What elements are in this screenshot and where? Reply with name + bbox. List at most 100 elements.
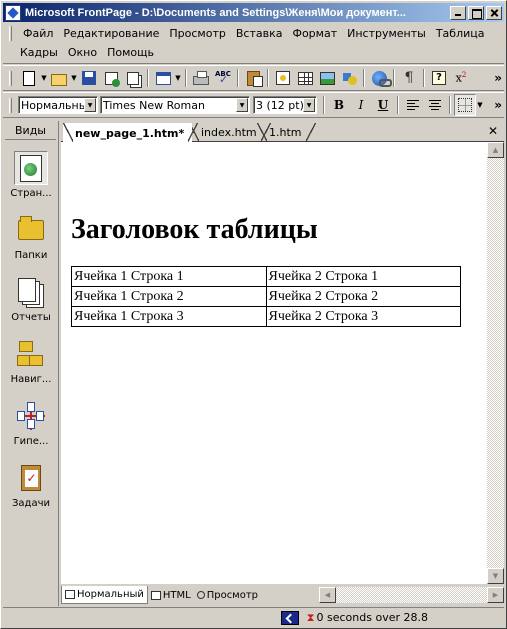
document-tab-bar: new_page_1.htm* index.htm 1.htm ✕ [61, 121, 504, 143]
toolbar-grip[interactable] [9, 97, 12, 113]
scroll-right-button[interactable]: ▶ [487, 587, 504, 603]
hyperlink-button[interactable] [368, 67, 392, 89]
superscript-button[interactable]: x2 [450, 67, 472, 89]
hyperlinks-icon [14, 399, 48, 433]
formatting-toolbar: Нормальный ▼ Times New Roman ▼ 3 (12 pt)… [3, 92, 504, 118]
normal-view-icon [65, 590, 75, 599]
align-left-button[interactable] [402, 94, 424, 116]
title-bar[interactable]: Microsoft FrontPage - D:\Documents and S… [3, 3, 504, 22]
scroll-left-button[interactable]: ◀ [319, 587, 336, 603]
menu-tools[interactable]: Инструменты [342, 27, 431, 40]
paste-button[interactable] [242, 67, 264, 89]
menu-bar: Файл Редактирование Просмотр Вставка Фор… [3, 24, 504, 64]
frontpage-app-icon[interactable] [5, 4, 21, 21]
table-cell[interactable]: Ячейка 2 Строка 2 [265, 286, 461, 307]
format-toolbar-overflow-chevron[interactable]: » [494, 98, 502, 112]
borders-dropdown-arrow[interactable]: ▼ [476, 94, 484, 116]
horizontal-scrollbar[interactable]: ◀ ▶ [319, 587, 504, 603]
tab-html-view[interactable]: HTML [148, 586, 194, 604]
hourglass-icon: ⧗ [306, 610, 315, 624]
save-button[interactable] [78, 67, 100, 89]
views-button[interactable] [152, 67, 174, 89]
minimize-button[interactable] [450, 5, 466, 20]
bold-button[interactable]: B [328, 94, 350, 116]
publish-web-button[interactable] [100, 67, 122, 89]
menu-view[interactable]: Просмотр [164, 27, 230, 40]
borders-button[interactable] [454, 94, 476, 116]
underline-button[interactable]: U [372, 94, 394, 116]
toolbar-grip[interactable] [9, 26, 12, 41]
menu-frames[interactable]: Кадры [15, 46, 63, 59]
page-view-tabs: Нормальный HTML Просмотр ◀ ▶ [61, 585, 504, 605]
pilcrow-icon: ¶ [404, 70, 414, 86]
close-window-button[interactable] [486, 5, 502, 20]
help-button[interactable]: ? [428, 67, 450, 89]
menu-format[interactable]: Формат [287, 27, 342, 40]
toolbar-overflow-chevron[interactable]: » [494, 71, 502, 85]
vertical-scrollbar[interactable]: ▲ ▼ [487, 142, 504, 584]
font-select[interactable]: Times New Roman ▼ [100, 96, 250, 114]
font-size-select[interactable]: 3 (12 pt) ▼ [253, 96, 317, 114]
table-cell[interactable]: Ячейка 1 Строка 2 [71, 286, 267, 307]
table-cell[interactable]: Ячейка 2 Строка 3 [265, 306, 461, 327]
table-cell[interactable]: Ячейка 1 Строка 1 [71, 266, 267, 287]
align-center-button[interactable] [424, 94, 446, 116]
view-reports[interactable]: Отчеты [5, 269, 57, 329]
toolbar-grip[interactable] [9, 70, 12, 86]
drawing-button[interactable] [338, 67, 360, 89]
folder-list-button[interactable] [122, 67, 144, 89]
navigation-icon [14, 337, 48, 371]
view-folders[interactable]: Папки [5, 207, 57, 267]
tab-new-page-1[interactable]: new_page_1.htm* [63, 123, 199, 143]
tab-normal-view[interactable]: Нормальный [61, 586, 148, 604]
open-dropdown-arrow[interactable]: ▼ [70, 67, 78, 89]
tab-index[interactable]: index.htm [189, 123, 271, 142]
show-formatting-button[interactable]: ¶ [398, 67, 420, 89]
menu-help[interactable]: Помощь [102, 46, 159, 59]
component-icon [276, 71, 290, 85]
font-dropdown-arrow[interactable]: ▼ [236, 98, 248, 112]
table-cell[interactable]: Ячейка 2 Строка 1 [265, 266, 461, 287]
view-navigation[interactable]: Навиг... [5, 331, 57, 391]
view-page[interactable]: Стран... [5, 145, 57, 205]
tab-preview-view[interactable]: Просмотр [194, 586, 261, 604]
download-time-status: 0 seconds over 28.8 [316, 611, 428, 624]
view-label: Папки [14, 250, 48, 261]
menu-table[interactable]: Таблица [431, 27, 490, 40]
spelling-icon: ABC [215, 70, 231, 86]
paste-icon [246, 70, 263, 87]
view-tasks[interactable]: Задачи [5, 455, 57, 515]
insert-table-button[interactable] [294, 67, 316, 89]
size-dropdown-arrow[interactable]: ▼ [303, 98, 315, 112]
maximize-button[interactable] [468, 5, 484, 20]
views-dropdown-arrow[interactable]: ▼ [174, 67, 182, 89]
tab-label: HTML [162, 589, 191, 601]
spelling-button[interactable]: ABC [212, 67, 234, 89]
close-document-icon[interactable]: ✕ [486, 124, 500, 138]
picture-icon [319, 71, 335, 85]
view-hyperlinks[interactable]: Гипе... [5, 393, 57, 453]
insert-component-button[interactable] [272, 67, 294, 89]
italic-button[interactable]: I [350, 94, 372, 116]
style-dropdown-arrow[interactable]: ▼ [84, 98, 96, 112]
menu-window[interactable]: Окно [63, 46, 102, 59]
new-page-button[interactable] [18, 67, 40, 89]
drawing-icon [342, 71, 357, 85]
print-button[interactable] [190, 67, 212, 89]
document-heading[interactable]: Заголовок таблицы [71, 214, 318, 246]
new-dropdown-arrow[interactable]: ▼ [40, 67, 48, 89]
menu-file[interactable]: Файл [18, 27, 58, 40]
menu-insert[interactable]: Вставка [231, 27, 288, 40]
views-bar: Виды Стран... Папки Отчеты Навиг... Гипе… [3, 121, 59, 606]
document-table[interactable]: Ячейка 1 Строка 1 Ячейка 2 Строка 1 Ячей… [71, 266, 461, 327]
open-button[interactable] [48, 67, 70, 89]
table-cell[interactable]: Ячейка 1 Строка 3 [71, 306, 267, 327]
new-page-icon [23, 70, 35, 86]
style-select[interactable]: Нормальный ▼ [18, 96, 98, 114]
scroll-up-button[interactable]: ▲ [487, 142, 504, 158]
save-icon [82, 71, 96, 85]
menu-edit[interactable]: Редактирование [58, 27, 164, 40]
insert-picture-button[interactable] [316, 67, 338, 89]
page-editor[interactable]: Заголовок таблицы Ячейка 1 Строка 1 Ячей… [61, 142, 487, 584]
scroll-down-button[interactable]: ▼ [487, 568, 504, 584]
